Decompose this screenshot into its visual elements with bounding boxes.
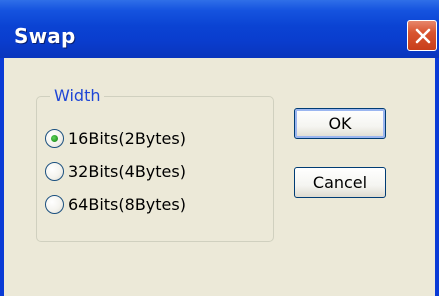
ok-button[interactable]: OK <box>294 108 386 139</box>
radio-64bits[interactable]: 64Bits(8Bytes) <box>45 192 186 216</box>
dialog-body: Width 16Bits(2Bytes) 32Bits(4Bytes) 64Bi… <box>4 58 435 296</box>
radio-16bits-label[interactable]: 16Bits(2Bytes) <box>68 129 186 148</box>
title-bar[interactable]: Swap <box>0 0 439 58</box>
close-button[interactable] <box>407 20 437 51</box>
radio-32bits[interactable]: 32Bits(4Bytes) <box>45 159 186 183</box>
radio-16bits[interactable]: 16Bits(2Bytes) <box>45 126 186 150</box>
width-group-label: Width <box>50 86 105 106</box>
cancel-button[interactable]: Cancel <box>294 167 386 198</box>
swap-dialog: Swap Width 16Bits(2Bytes) 32Bits(4Bytes) <box>0 0 439 296</box>
radio-32bits-label[interactable]: 32Bits(4Bytes) <box>68 162 186 181</box>
radio-selected-dot <box>51 134 58 142</box>
close-icon <box>415 28 431 44</box>
radio-64bits-label[interactable]: 64Bits(8Bytes) <box>68 195 186 214</box>
width-groupbox: Width 16Bits(2Bytes) 32Bits(4Bytes) 64Bi… <box>36 86 274 242</box>
radio-32bits-circle[interactable] <box>45 161 64 181</box>
window-title: Swap <box>14 24 76 48</box>
radio-16bits-circle[interactable] <box>45 128 64 148</box>
radio-64bits-circle[interactable] <box>45 194 64 214</box>
